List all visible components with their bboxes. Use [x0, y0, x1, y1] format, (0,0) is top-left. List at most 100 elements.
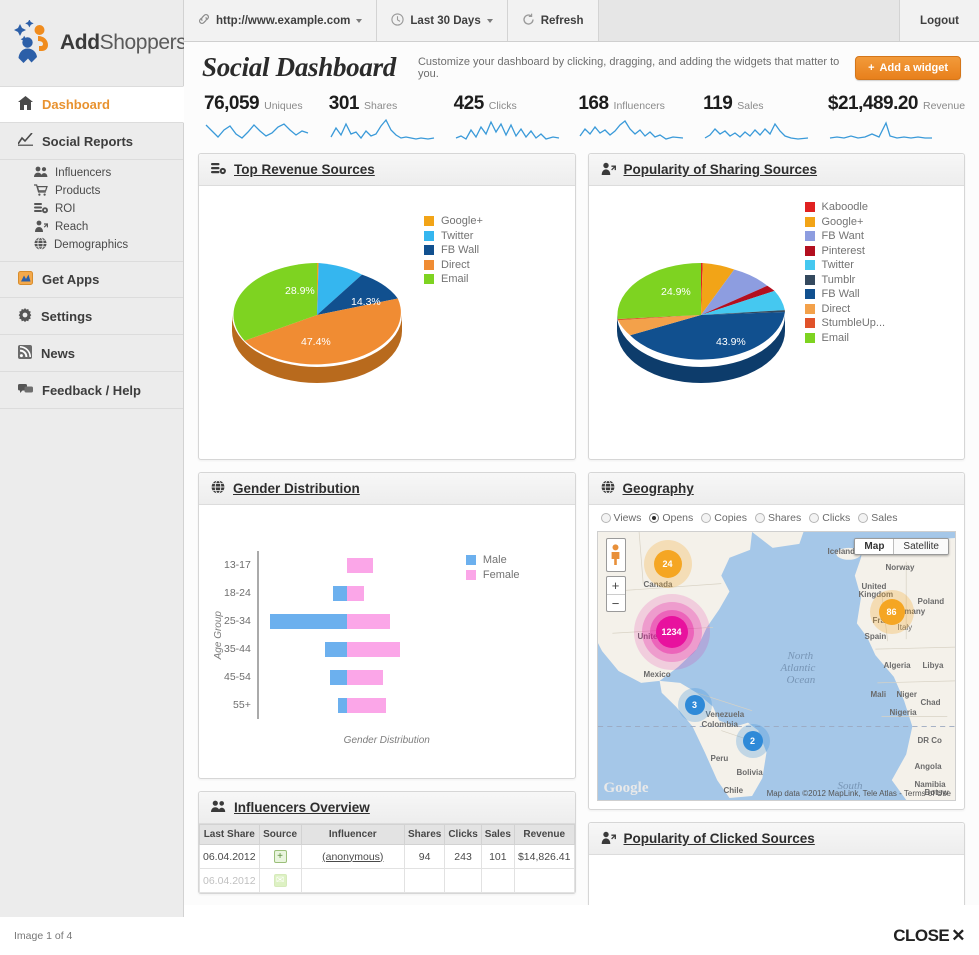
kpi-uniques[interactable]: 76,059 Uniques	[198, 93, 323, 143]
street-view-icon[interactable]	[605, 538, 626, 572]
brand-logo[interactable]: AddShoppers™	[0, 0, 194, 86]
map-marker[interactable]: 3	[684, 695, 705, 715]
bar-male[interactable]	[332, 586, 347, 601]
radio-dot-selected[interactable]	[649, 513, 660, 523]
legend-item[interactable]: StumbleUp...	[804, 316, 885, 331]
widget-title[interactable]: Popularity of Clicked Sources	[624, 831, 815, 846]
table-row[interactable]: 06.04.2012 ✉	[199, 868, 575, 893]
col-last-share[interactable]: Last Share	[199, 824, 260, 845]
sidebar-item-social-reports[interactable]: Social Reports	[0, 123, 183, 160]
bar-female[interactable]	[346, 614, 390, 629]
kpi-influencers[interactable]: 168 Influencers	[572, 93, 697, 143]
radio-dot[interactable]	[754, 513, 765, 523]
radio-copies[interactable]: Copies	[701, 512, 747, 524]
sidebar-item-settings[interactable]: Settings	[0, 298, 183, 335]
widget-title[interactable]: Popularity of Sharing Sources	[624, 162, 818, 177]
cell-influencer[interactable]: (anonymous)	[300, 844, 405, 869]
map-marker[interactable]: 1234	[655, 616, 688, 648]
sidebar-item-feedback-help[interactable]: Feedback / Help	[0, 372, 183, 409]
close-button[interactable]: CLOSE ✕	[893, 926, 965, 946]
map-marker[interactable]: 24	[653, 550, 682, 578]
kpi-shares[interactable]: 301 Shares	[323, 93, 448, 143]
sidebar-item-roi[interactable]: ROI	[0, 200, 183, 218]
radio-shares[interactable]: Shares	[754, 512, 801, 524]
google-map[interactable]: North Atlantic Ocean Canada United Mexic…	[596, 531, 956, 801]
zoom-out-button[interactable]: −	[606, 594, 625, 611]
sidebar-item-reach[interactable]: Reach	[0, 218, 183, 236]
cell-influencer[interactable]	[300, 868, 405, 893]
bar-male[interactable]	[337, 698, 347, 713]
bar-female[interactable]	[346, 558, 373, 573]
legend-item[interactable]: Female	[465, 568, 520, 583]
widget-title[interactable]: Influencers Overview	[234, 800, 370, 815]
bar-male[interactable]	[329, 670, 347, 685]
table-row[interactable]: 06.04.2012 + (anonymous) 94 243 101 $14,…	[199, 844, 575, 869]
legend-item[interactable]: Email	[804, 331, 886, 346]
bar-female[interactable]	[346, 698, 386, 713]
cell-source[interactable]: ✉	[258, 868, 302, 893]
col-clicks[interactable]: Clicks	[444, 824, 482, 845]
bar-male[interactable]	[269, 614, 347, 629]
radio-dot[interactable]	[858, 513, 869, 523]
col-influencer[interactable]: Influencer	[300, 824, 405, 845]
sidebar-item-demographics[interactable]: Demographics	[0, 236, 183, 254]
map-marker[interactable]: 2	[742, 731, 763, 751]
radio-opens[interactable]: Opens	[649, 512, 693, 524]
widget-title[interactable]: Top Revenue Sources	[234, 162, 375, 177]
zoom-in-button[interactable]: +	[607, 577, 625, 594]
legend-item[interactable]: Twitter	[804, 258, 886, 273]
legend-item[interactable]: Direct	[804, 302, 886, 317]
legend-item[interactable]: Google+	[424, 214, 483, 229]
add-widget-button[interactable]: + Add a widget	[855, 55, 961, 80]
influencer-link[interactable]: (anonymous)	[322, 851, 383, 863]
radio-clicks[interactable]: Clicks	[809, 512, 850, 524]
sidebar-item-get-apps[interactable]: Get Apps	[0, 261, 183, 298]
widget-header[interactable]: Top Revenue Sources	[199, 154, 575, 186]
kpi-revenue[interactable]: $21,489.20 Revenue	[822, 93, 965, 143]
bar-female[interactable]	[346, 586, 364, 601]
legend-item[interactable]: Direct	[424, 258, 483, 273]
map-attribution[interactable]: Map data ©2012 MapLink, Tele Atlas - Ter…	[767, 789, 951, 798]
col-revenue[interactable]: Revenue	[513, 824, 575, 845]
legend-item[interactable]: Tumblr	[804, 273, 886, 288]
col-source[interactable]: Source	[258, 824, 302, 845]
sidebar-item-news[interactable]: News	[0, 335, 183, 372]
sidebar-item-influencers[interactable]: Influencers	[0, 164, 183, 182]
widget-header[interactable]: Popularity of Clicked Sources	[588, 823, 964, 855]
widget-header[interactable]: Gender Distribution	[199, 473, 575, 505]
legend-item[interactable]: Pinterest	[804, 244, 886, 259]
refresh-button[interactable]: Refresh	[507, 0, 599, 41]
legend-item[interactable]: Twitter	[424, 229, 483, 244]
map-marker[interactable]: 86	[878, 599, 905, 625]
legend-item[interactable]: Kaboodle	[804, 200, 886, 215]
map-type-map[interactable]: Map	[855, 539, 894, 554]
bar-male[interactable]	[324, 642, 347, 657]
radio-dot[interactable]	[701, 513, 712, 523]
date-range-selector[interactable]: Last 30 Days	[377, 0, 508, 41]
bar-female[interactable]	[346, 670, 383, 685]
widget-header[interactable]: Popularity of Sharing Sources	[588, 154, 964, 186]
map-type-satellite[interactable]: Satellite	[893, 539, 948, 554]
site-selector[interactable]: http://www.example.com	[184, 0, 378, 41]
widget-title[interactable]: Gender Distribution	[233, 481, 360, 496]
legend-item[interactable]: Email	[424, 272, 483, 287]
legend-item[interactable]: FB Want	[804, 229, 886, 244]
widget-header[interactable]: Influencers Overview	[199, 792, 575, 824]
kpi-sales[interactable]: 119 Sales	[697, 93, 822, 143]
col-shares[interactable]: Shares	[403, 824, 446, 845]
legend-item[interactable]: FB Wall	[804, 287, 886, 302]
legend-item[interactable]: Male	[465, 553, 520, 568]
widget-title[interactable]: Geography	[623, 481, 694, 496]
radio-dot[interactable]	[600, 513, 611, 523]
bar-female[interactable]	[346, 642, 400, 657]
legend-item[interactable]: Google+	[804, 215, 886, 230]
cell-source[interactable]: +	[258, 844, 302, 869]
legend-item[interactable]: FB Wall	[424, 243, 483, 258]
radio-sales[interactable]: Sales	[858, 512, 898, 524]
widget-header[interactable]: Geography	[588, 473, 964, 505]
radio-dot[interactable]	[809, 513, 820, 523]
logout-button[interactable]: Logout	[900, 0, 979, 41]
kpi-clicks[interactable]: 425 Clicks	[448, 93, 573, 143]
sidebar-item-dashboard[interactable]: Dashboard	[0, 86, 184, 123]
col-sales[interactable]: Sales	[480, 824, 515, 845]
